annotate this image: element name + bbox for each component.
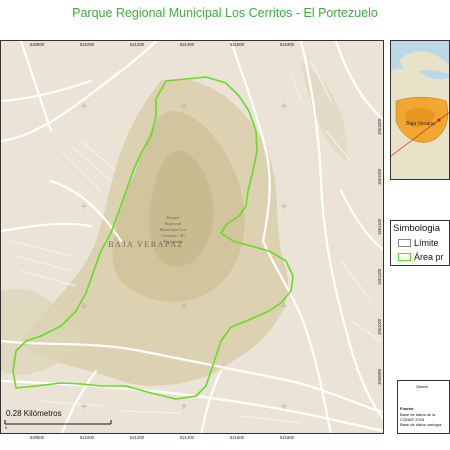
x-tick-bottom: 521000 (80, 435, 94, 440)
legend-item: Límite (398, 238, 450, 249)
info-heading: Sistem (416, 384, 429, 389)
x-tick-top: 521400 (180, 42, 194, 47)
info-source-label: Fuente: (400, 406, 415, 411)
park-label-line: Regional (164, 221, 182, 226)
main-map[interactable]: BAJA VERAPAZ Parque Regional Municipal L… (0, 40, 384, 434)
y-tick-right: 1661000 (377, 318, 382, 335)
x-tick-bottom: 521400 (180, 435, 194, 440)
park-label-line: Parque (165, 215, 179, 220)
y-tick-right: 1661800 (377, 118, 382, 135)
legend-item: Área pr (398, 252, 450, 263)
y-tick-right: 1661400 (377, 218, 382, 235)
info-source-line: Base de datos cartogra (400, 422, 442, 427)
park-label-line: Cerritos - El (161, 233, 185, 238)
x-tick-top: 521600 (230, 42, 244, 47)
park-label-line: Municipal Los (159, 227, 187, 232)
x-tick-bottom: 521600 (230, 435, 244, 440)
map-title: Parque Regional Municipal Los Cerritos -… (72, 6, 378, 20)
legend-title: Simbologia (393, 223, 440, 234)
x-tick-top: 521800 (280, 42, 294, 47)
x-tick-bottom: 521200 (130, 435, 144, 440)
x-tick-bottom: 521800 (280, 435, 294, 440)
inset-canvas: Baja Verapaz (391, 51, 449, 179)
protected-area-swatch (398, 253, 411, 261)
x-tick-top: 521000 (80, 42, 94, 47)
legend-item-label: Área pr (414, 252, 444, 262)
x-tick-top: 521200 (130, 42, 144, 47)
boundary-swatch (398, 239, 411, 247)
y-tick-right: 1661600 (377, 168, 382, 185)
x-tick-top: 520800 (30, 42, 44, 47)
inset-label: Baja Verapaz (406, 121, 436, 127)
y-tick-right: 1661200 (377, 268, 382, 285)
legend: Simbologia Límite Área pr (390, 220, 450, 266)
inset-marker (437, 118, 441, 122)
scale-bar: 0 (4, 420, 112, 429)
y-tick-right: 1660800 (377, 368, 382, 385)
scale-tick: 0 (5, 425, 8, 429)
park-label-line: Portezuelo (162, 239, 184, 244)
inset-map[interactable]: Baja Verapaz (390, 40, 450, 180)
legend-item-label: Límite (414, 238, 439, 248)
x-tick-bottom: 520800 (30, 435, 44, 440)
info-box: Sistem Fuente: Base de datos de la CONAP… (397, 380, 450, 434)
map-canvas: BAJA VERAPAZ Parque Regional Municipal L… (1, 41, 383, 433)
